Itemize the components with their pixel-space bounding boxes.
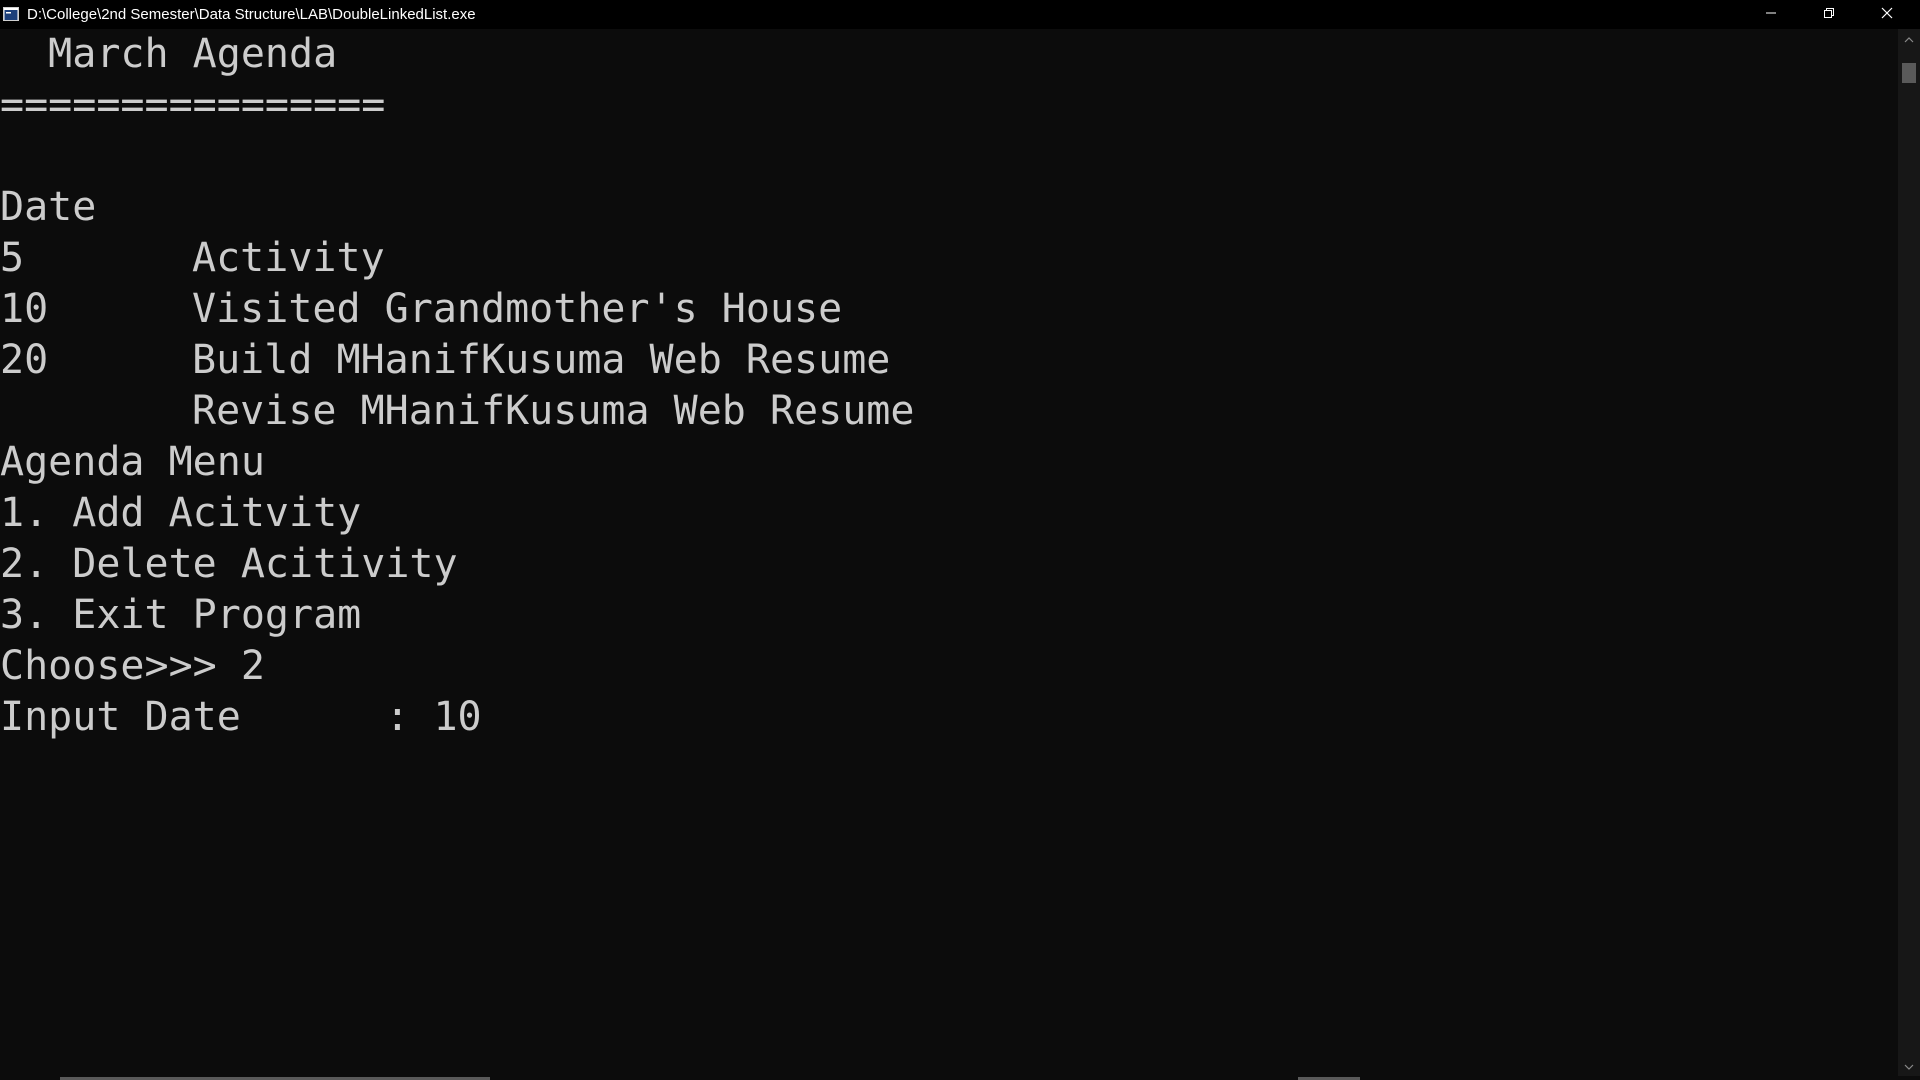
window-title: D:\College\2nd Semester\Data Structure\L… <box>27 6 476 23</box>
table-header-row: Date Activity <box>0 131 1000 281</box>
row-date: 20 <box>0 337 49 383</box>
chevron-up-icon <box>1904 30 1914 48</box>
console-window: D:\College\2nd Semester\Data Structure\L… <box>0 0 1920 1080</box>
menu-option-exit: 3. Exit Program <box>0 592 362 638</box>
restore-icon <box>1823 6 1835 23</box>
horizontal-scrollbar[interactable] <box>0 1076 1898 1080</box>
choose-prompt: Choose>>> 2 <box>0 643 265 689</box>
menu-option-delete: 2. Delete Acitivity <box>0 541 458 587</box>
console-output[interactable]: March Agenda ================ Date Activ… <box>0 29 1898 1076</box>
minimize-button[interactable] <box>1742 0 1800 29</box>
row-activity: Revise MHanifKusuma Web Resume <box>192 388 915 434</box>
row-activity: Build MHanifKusuma Web Resume <box>192 337 891 383</box>
close-button[interactable] <box>1858 0 1916 29</box>
menu-option-add: 1. Add Acitvity <box>0 490 362 536</box>
separator-line: ================ <box>0 82 386 128</box>
table-row: 5 Visited Grandmother's House <box>0 182 1000 332</box>
restore-button[interactable] <box>1800 0 1858 29</box>
menu-title: Agenda Menu <box>0 439 265 485</box>
chevron-down-icon <box>1904 1057 1914 1075</box>
vertical-scrollbar[interactable] <box>1898 29 1920 1076</box>
scrollbar-thumb[interactable] <box>1902 63 1916 83</box>
scroll-down-button[interactable] <box>1898 1056 1920 1076</box>
console-app-icon <box>3 7 19 21</box>
input-date-prompt: Input Date : 10 <box>0 694 482 740</box>
title-bar[interactable]: D:\College\2nd Semester\Data Structure\L… <box>0 0 1920 29</box>
table-row: 10 Build MHanifKusuma Web Resume <box>0 233 1000 383</box>
minimize-icon <box>1765 6 1777 23</box>
agenda-heading: March Agenda <box>0 31 338 77</box>
close-icon <box>1881 6 1893 23</box>
table-row: 20 Revise MHanifKusuma Web Resume <box>0 284 1000 434</box>
scroll-up-button[interactable] <box>1898 29 1920 49</box>
